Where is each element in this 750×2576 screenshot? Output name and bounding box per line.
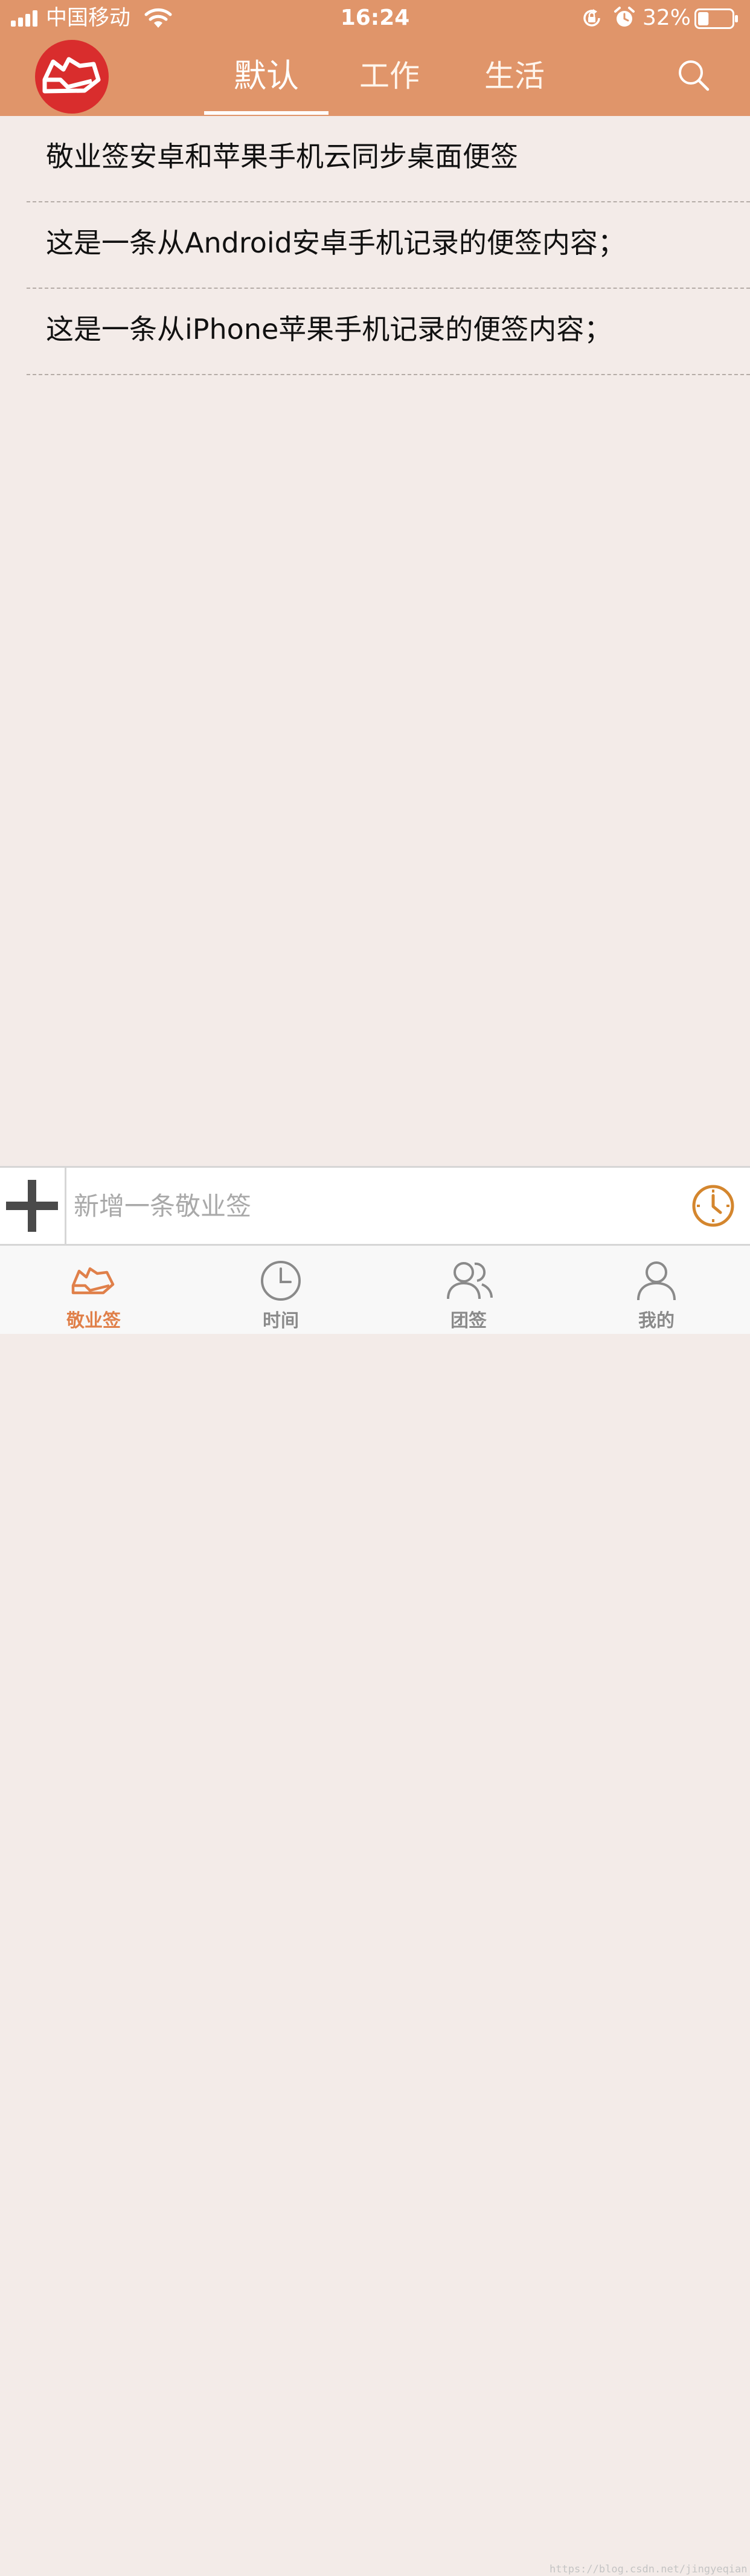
jingye-logo-icon[interactable] [35,40,109,114]
bottom-tab-label: 团签 [450,1310,487,1331]
bottom-tab-notes[interactable]: 敬业签 [33,1246,154,1334]
bottom-tab-profile[interactable]: 我的 [596,1246,717,1334]
tab-work[interactable]: 工作 [347,54,432,98]
user-icon [637,1261,676,1301]
bottom-tab-time[interactable]: 时间 [220,1246,341,1334]
search-icon[interactable] [678,59,710,92]
rotation-lock-icon [583,9,600,27]
tab-default[interactable]: 默认 [204,54,329,98]
bottom-tab-label: 时间 [263,1310,299,1331]
add-note-button[interactable] [0,1168,66,1244]
status-time: 16:24 [340,5,410,30]
plus-icon [6,1180,58,1232]
note-text: 这是一条从Android安卓手机记录的便签内容； [46,227,626,259]
alarm-icon [614,7,635,27]
app-header: 中国移动 16:24 32% 默认 工作 生活 [0,0,750,116]
tab-life[interactable]: 生活 [472,54,557,98]
clock-icon [261,1261,301,1301]
note-icon [71,1267,115,1295]
clock-icon[interactable] [691,1183,736,1228]
battery-icon [694,8,738,29]
nav-bar: 默认 工作 生活 [0,37,750,116]
note-text: 敬业签安卓和苹果手机云同步桌面便签 [46,140,518,173]
note-item[interactable]: 这是一条从iPhone苹果手机记录的便签内容； [27,289,750,375]
new-note-input[interactable] [74,1180,665,1232]
bottom-tab-label: 我的 [638,1310,675,1331]
note-list: 敬业签安卓和苹果手机云同步桌面便签 这是一条从Android安卓手机记录的便签内… [0,116,750,375]
new-note-bar [0,1166,750,1246]
note-text: 这是一条从iPhone苹果手机记录的便签内容； [46,313,612,346]
bottom-tab-label: 敬业签 [66,1310,121,1331]
battery-percent: 32% [643,5,691,30]
note-item[interactable]: 敬业签安卓和苹果手机云同步桌面便签 [27,116,750,202]
group-icon [447,1262,493,1299]
active-tab-indicator [204,111,329,115]
note-item[interactable]: 这是一条从Android安卓手机记录的便签内容； [27,202,750,289]
bottom-tab-group[interactable]: 团签 [408,1246,529,1334]
status-bar: 中国移动 16:24 32% [0,0,750,37]
watermark: https://blog.csdn.net/jingyeqian [550,2563,748,2575]
bottom-tab-bar: 敬业签 时间 团签 我的 https://blog.csdn.net/jingy… [0,1246,750,2575]
